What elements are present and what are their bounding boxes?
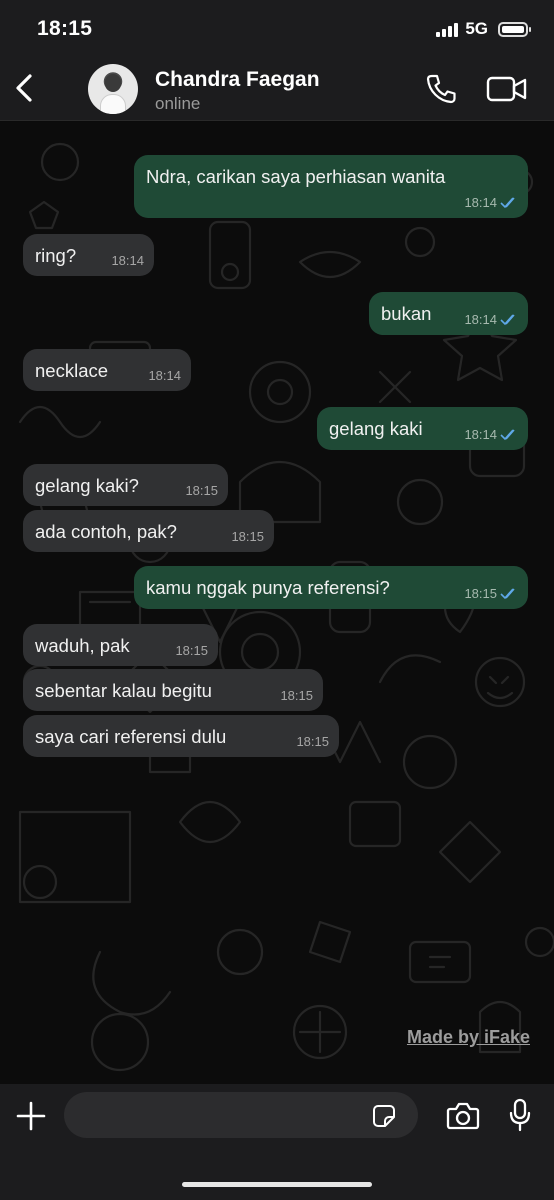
chat-area[interactable]: Ndra, carikan saya perhiasan wanita 18:1… — [0, 122, 554, 1084]
message-bubble-incoming[interactable]: gelang kaki? 18:15 — [23, 464, 228, 506]
message-bubble-incoming[interactable]: ada contoh, pak? 18:15 — [23, 510, 274, 552]
message-time: 18:14 — [464, 195, 497, 210]
status-indicators: 5G — [436, 19, 531, 39]
network-label: 5G — [465, 19, 488, 38]
message-bubble-incoming[interactable]: saya cari referensi dulu 18:15 — [23, 715, 339, 757]
camera-icon — [446, 1102, 480, 1130]
message-text: bukan — [381, 303, 432, 324]
message-meta: 18:15 — [464, 586, 518, 601]
signal-icon — [436, 21, 459, 37]
double-check-icon — [500, 196, 515, 208]
message-text: saya cari referensi dulu — [35, 726, 227, 747]
message-bubble-outgoing[interactable]: bukan 18:14 — [369, 292, 528, 335]
message-meta: 18:14 — [464, 195, 518, 210]
plus-icon — [16, 1101, 46, 1131]
video-call-button[interactable] — [486, 74, 528, 104]
double-check-icon — [500, 428, 515, 440]
double-check-icon — [500, 313, 515, 325]
back-button[interactable] — [10, 70, 40, 106]
avatar[interactable] — [88, 64, 138, 114]
message-bubble-outgoing[interactable]: Ndra, carikan saya perhiasan wanita 18:1… — [134, 155, 528, 218]
message-text: kamu nggak punya referensi? — [146, 577, 390, 598]
message-meta: 18:14 — [464, 312, 518, 327]
message-time: 18:14 — [464, 427, 497, 442]
message-bubble-incoming[interactable]: ring? 18:14 — [23, 234, 154, 276]
message-bubble-incoming[interactable]: sebentar kalau begitu 18:15 — [23, 669, 323, 711]
message-meta: 18:14 — [464, 427, 518, 442]
camera-button[interactable] — [446, 1101, 480, 1131]
message-time: 18:14 — [111, 253, 144, 268]
double-check-icon — [500, 587, 515, 599]
phone-icon — [426, 74, 456, 104]
battery-icon — [498, 21, 531, 37]
message-time: 18:15 — [280, 688, 313, 703]
message-bubble-outgoing[interactable]: kamu nggak punya referensi? 18:15 — [134, 566, 528, 609]
message-time: 18:15 — [185, 483, 218, 498]
composer-bar — [0, 1084, 554, 1200]
chevron-left-icon — [16, 74, 32, 102]
message-time: 18:15 — [296, 734, 329, 749]
message-input[interactable] — [64, 1092, 418, 1138]
sticker-icon — [373, 1105, 395, 1127]
message-time: 18:15 — [464, 586, 497, 601]
attach-button[interactable] — [14, 1099, 48, 1133]
contact-name[interactable]: Chandra Faegan — [155, 68, 320, 92]
message-text: sebentar kalau begitu — [35, 680, 212, 701]
microphone-icon — [509, 1098, 531, 1132]
message-text: waduh, pak — [35, 635, 130, 656]
message-bubble-incoming[interactable]: necklace 18:14 — [23, 349, 191, 391]
home-indicator[interactable] — [182, 1182, 372, 1187]
message-text: gelang kaki? — [35, 475, 139, 496]
video-camera-icon — [486, 76, 527, 102]
status-time: 18:15 — [37, 17, 93, 40]
message-time: 18:15 — [231, 529, 264, 544]
message-text: ada contoh, pak? — [35, 521, 177, 542]
microphone-button[interactable] — [508, 1098, 532, 1132]
message-text: ring? — [35, 245, 77, 266]
message-time: 18:15 — [175, 643, 208, 658]
watermark-link[interactable]: Made by iFake — [407, 1027, 530, 1048]
message-time: 18:14 — [148, 368, 181, 383]
message-text: gelang kaki — [329, 418, 423, 439]
call-button[interactable] — [424, 72, 458, 106]
message-bubble-incoming[interactable]: waduh, pak 18:15 — [23, 624, 218, 666]
sticker-button[interactable] — [372, 1104, 396, 1128]
message-text: necklace — [35, 360, 109, 381]
message-text: Ndra, carikan saya perhiasan wanita — [146, 166, 446, 187]
chat-header: Chandra Faegan online — [0, 58, 554, 121]
message-bubble-outgoing[interactable]: gelang kaki 18:14 — [317, 407, 528, 450]
contact-status: online — [155, 94, 201, 113]
status-bar: 18:15 5G — [0, 0, 554, 58]
message-time: 18:14 — [464, 312, 497, 327]
